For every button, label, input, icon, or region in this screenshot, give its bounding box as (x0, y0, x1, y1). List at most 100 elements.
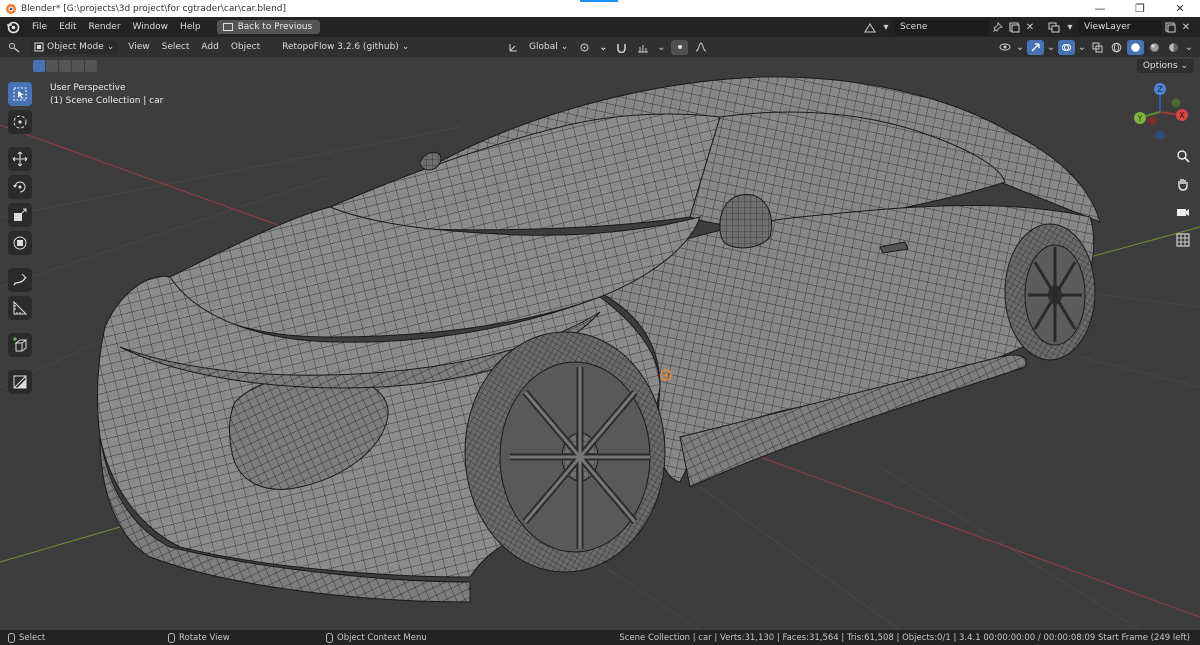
chevron-down-icon[interactable]: ⌄ (597, 40, 609, 55)
screen-icon (222, 23, 233, 31)
wireframe-shading-icon[interactable] (1108, 40, 1125, 55)
rotate-tool[interactable] (8, 175, 32, 199)
navigation-gizmo[interactable]: Z X Y (1128, 79, 1192, 145)
scale-tool[interactable] (8, 203, 32, 227)
rear-wheel[interactable] (1004, 223, 1096, 361)
scene-statistics: Scene Collection | car | Verts:31,130 | … (619, 633, 1190, 643)
maximize-button[interactable]: ❐ (1120, 0, 1160, 17)
retopoflow-tool[interactable] (8, 370, 32, 394)
chevron-down-icon[interactable]: ▾ (1062, 20, 1078, 35)
object-mode-icon (34, 42, 44, 52)
chevron-down-icon: ⌄ (560, 42, 569, 52)
chevron-down-icon[interactable]: ⌄ (1184, 40, 1194, 55)
chevron-down-icon[interactable]: ▾ (878, 20, 894, 35)
menu-object[interactable]: Object (225, 42, 266, 52)
pan-hand-icon[interactable] (1172, 173, 1194, 195)
move-tool[interactable] (8, 147, 32, 171)
snap-icon[interactable] (613, 40, 630, 55)
cursor-tool[interactable] (8, 110, 32, 134)
proportional-editing-icon[interactable] (671, 39, 689, 55)
snap-target-icon[interactable] (634, 40, 651, 55)
scene-field[interactable]: Scene (894, 19, 990, 35)
rendered-shading-icon[interactable] (1165, 40, 1182, 55)
minimize-button[interactable]: — (1080, 0, 1120, 17)
scene-statistics-label: Scene Collection | car | Verts:31,130 | … (619, 632, 1190, 643)
chevron-down-icon[interactable]: ⌄ (655, 40, 667, 55)
chevron-down-icon[interactable]: ⌄ (1015, 40, 1025, 55)
rotate-icon (13, 181, 26, 193)
orientation-dropdown[interactable]: Global ⌄ (525, 40, 572, 54)
pin-icon[interactable] (990, 20, 1006, 35)
retopoflow-icon (13, 375, 27, 389)
mouse-right-icon (326, 632, 333, 643)
close-button[interactable]: ✕ (1160, 0, 1200, 17)
scene-icon[interactable] (862, 20, 878, 35)
falloff-icon[interactable] (692, 40, 709, 55)
active-tab-indicator (580, 0, 618, 2)
menu-add[interactable]: Add (195, 42, 224, 52)
blender-menu-icon[interactable] (6, 20, 20, 34)
orientation-label: Global (529, 42, 558, 52)
close-viewlayer-icon[interactable]: ✕ (1178, 20, 1194, 35)
car-mesh[interactable] (97, 76, 1101, 603)
orientation-icon[interactable] (505, 40, 521, 55)
material-shading-icon[interactable] (1146, 40, 1163, 55)
mode-dropdown[interactable]: Object Mode ⌄ (30, 40, 119, 54)
status-select-label: Select (19, 632, 46, 643)
gizmo-neg-y-axis[interactable] (1171, 98, 1181, 108)
scene-render[interactable] (0, 57, 1200, 630)
menu-render[interactable]: Render (83, 22, 127, 32)
select-new-icon[interactable] (33, 60, 45, 72)
options-button[interactable]: Options ⌄ (1136, 59, 1194, 73)
collection-label: (1) Scene Collection | car (50, 96, 164, 106)
menu-help[interactable]: Help (174, 22, 207, 32)
menu-edit[interactable]: Edit (53, 22, 82, 32)
annotate-tool[interactable] (8, 268, 32, 292)
gizmo-toggle-icon[interactable] (1027, 39, 1044, 55)
select-subtract-icon[interactable] (59, 60, 71, 72)
menu-view[interactable]: View (122, 42, 155, 52)
y-axis-line (0, 526, 121, 563)
car-side-mirror[interactable] (719, 193, 773, 249)
viewlayer-field[interactable]: ViewLayer (1078, 19, 1162, 35)
front-wheel[interactable] (464, 331, 666, 573)
menu-file[interactable]: File (26, 22, 53, 32)
xray-icon[interactable] (1089, 40, 1106, 55)
menu-select[interactable]: Select (156, 42, 196, 52)
3d-cursor-icon (13, 115, 27, 129)
pivot-point-icon[interactable] (576, 40, 593, 55)
new-scene-icon[interactable] (1006, 20, 1022, 35)
zoom-icon[interactable] (1172, 145, 1194, 167)
tool-shelf (8, 82, 32, 394)
gizmo-neg-z-axis[interactable] (1155, 130, 1165, 140)
back-to-previous-button[interactable]: Back to Previous (216, 20, 321, 34)
editor-type-icon[interactable] (6, 40, 22, 55)
transform-tool[interactable] (8, 231, 32, 255)
measure-tool[interactable] (8, 296, 32, 320)
retopoflow-menu[interactable]: RetopoFlow 3.2.6 (github) ⌄ (278, 40, 413, 54)
chevron-down-icon[interactable]: ⌄ (1077, 40, 1087, 55)
measure-icon (13, 300, 28, 315)
back-to-previous-label: Back to Previous (237, 22, 313, 32)
chevron-down-icon[interactable]: ⌄ (1046, 40, 1056, 55)
mouse-middle-icon (168, 632, 175, 643)
overlays-icon[interactable] (1058, 39, 1075, 55)
gizmo-x-label: X (1179, 111, 1185, 120)
camera-view-icon[interactable] (1172, 201, 1194, 223)
select-intersect-icon[interactable] (85, 60, 97, 72)
3d-viewport[interactable]: User Perspective (1) Scene Collection | … (0, 57, 1200, 630)
gizmo-neg-x-axis[interactable] (1147, 116, 1157, 126)
viewlayer-icon[interactable] (1046, 20, 1062, 35)
solid-shading-icon[interactable] (1127, 39, 1144, 55)
visibility-icon[interactable] (996, 40, 1013, 55)
close-scene-icon[interactable]: ✕ (1022, 20, 1038, 35)
chevron-down-icon: ⌄ (1180, 61, 1188, 71)
perspective-toggle-icon[interactable] (1172, 229, 1194, 251)
menu-window[interactable]: Window (127, 22, 175, 32)
select-invert-icon[interactable] (72, 60, 84, 72)
select-box-tool[interactable] (8, 82, 32, 106)
select-extend-icon[interactable] (46, 60, 58, 72)
new-viewlayer-icon[interactable] (1162, 20, 1178, 35)
add-cube-tool[interactable] (8, 333, 32, 357)
top-menu-bar: File Edit Render Window Help Back to Pre… (0, 17, 1200, 37)
